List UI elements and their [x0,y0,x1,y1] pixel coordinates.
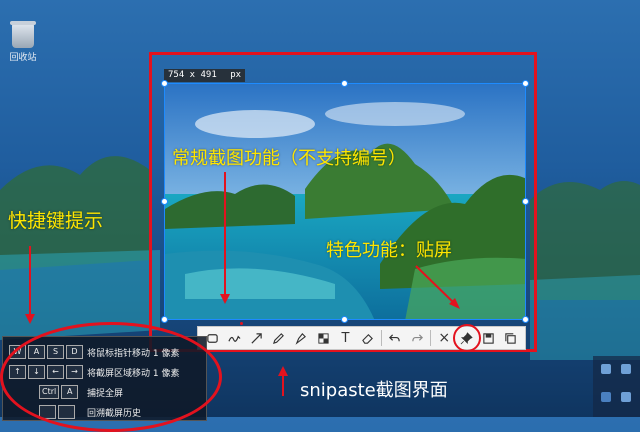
rectangle-icon [206,333,218,343]
arrow-icon [251,332,262,344]
highlight-frame [149,52,537,352]
squiggle-icon [228,335,241,342]
annotation-snipaste-ui: snipaste截图界面 [300,380,448,401]
save-icon [483,332,494,344]
pencil-line-tool-button[interactable] [223,327,245,349]
annotation-regular-feature: 常规截图功能（不支持编号） [172,148,406,169]
annotation-special-feature: 特色功能：贴屏 [326,240,452,261]
copy-button[interactable] [500,327,522,349]
undo-button[interactable] [384,327,406,349]
mosaic-tool-button[interactable] [312,327,334,349]
redo-button[interactable] [406,327,428,349]
toolbar-divider [430,330,432,346]
recycle-bin-icon[interactable]: 回收站 [6,21,40,63]
trash-icon [10,21,36,48]
annotation-shortcut-hints: 快捷键提示 [8,210,104,232]
mosaic-icon [318,332,329,344]
pen-icon [273,332,285,344]
toolbar-divider [380,330,382,346]
red-dot-marker [240,322,243,325]
tray-app-icon[interactable] [621,392,631,402]
arrow-tool-button[interactable] [245,327,267,349]
pin-highlight-circle [453,324,481,352]
recycle-bin-label: 回收站 [9,53,37,63]
bluetooth-icon[interactable] [601,392,611,402]
copy-icon [505,332,517,344]
text-icon: T [341,330,350,346]
text-tool-button[interactable]: T [334,327,356,349]
hint-highlight-ellipse [0,322,222,432]
tray-app-icon[interactable] [601,364,611,374]
close-button[interactable]: × [433,327,455,349]
close-icon: × [438,330,451,346]
redo-icon [411,333,423,341]
marker-icon [296,332,307,345]
eraser-icon [362,333,374,344]
pen-tool-button[interactable] [268,327,290,349]
tray-app-icon[interactable] [621,364,631,374]
system-tray [593,356,640,417]
undo-icon [389,333,401,341]
eraser-tool-button[interactable] [357,327,379,349]
marker-tool-button[interactable] [290,327,312,349]
